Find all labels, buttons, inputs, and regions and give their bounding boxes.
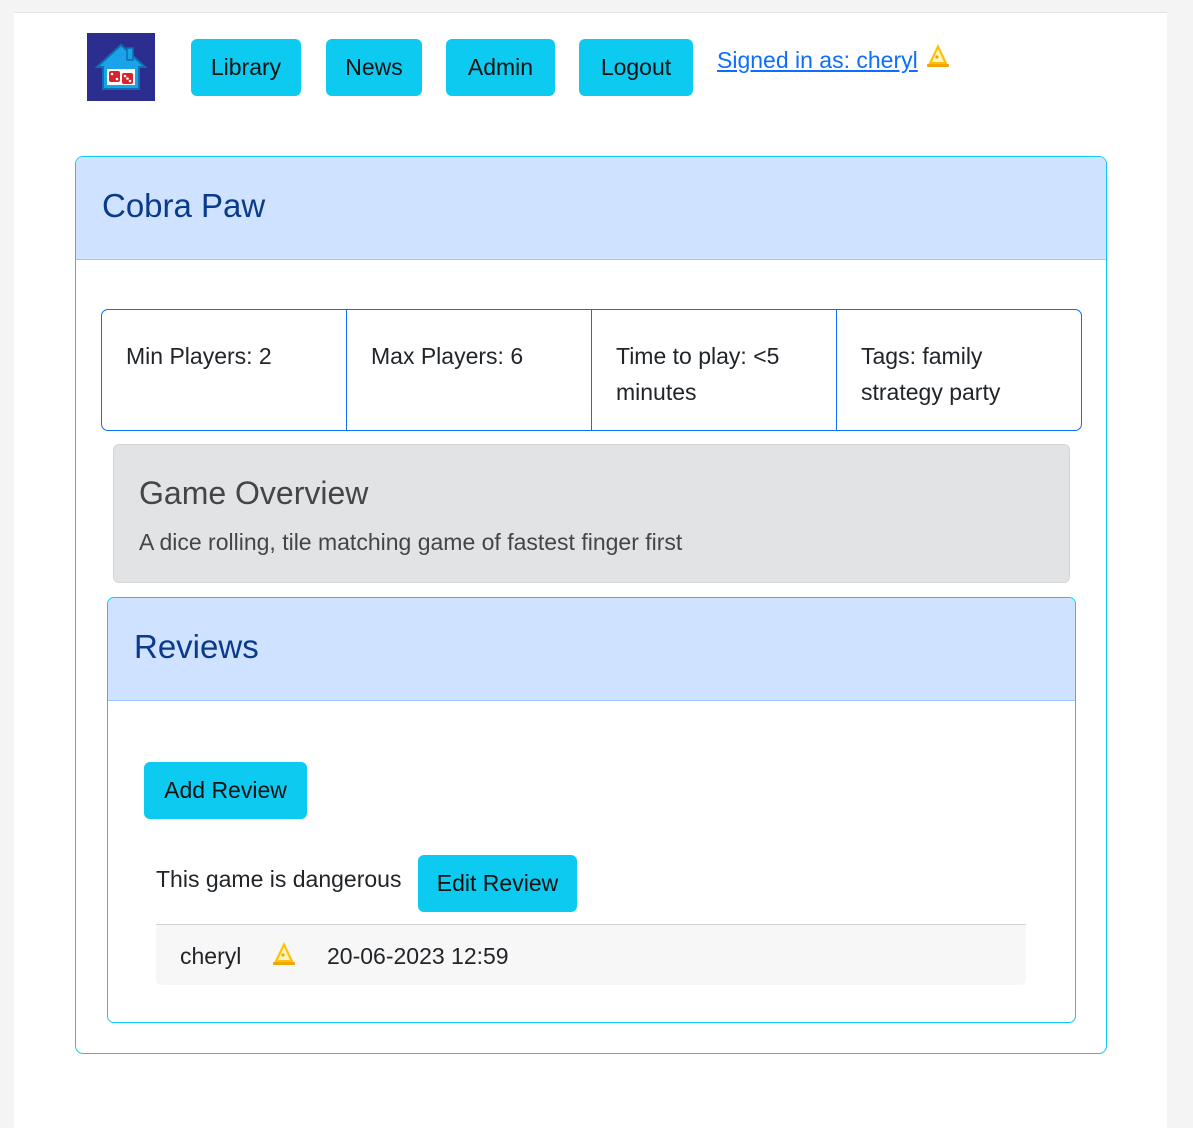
game-overview-panel: Game Overview A dice rolling, tile match… (113, 444, 1070, 583)
review-author: cheryl (180, 943, 242, 969)
add-review-button[interactable]: Add Review (144, 762, 307, 819)
logout-button[interactable]: Logout (579, 39, 693, 96)
review-date: 20-06-2023 12:59 (327, 943, 509, 969)
overview-title: Game Overview (139, 475, 369, 511)
wizard-hat-icon (926, 43, 950, 74)
review-text: This game is dangerous (156, 866, 402, 892)
tags-cell: Tags: family strategy party (861, 343, 1001, 405)
time-to-play-cell: Time to play: <5 minutes (592, 310, 837, 430)
game-card-header: Cobra Paw (76, 157, 1106, 260)
reviews-card: Reviews Add Review This game is dangerou… (107, 597, 1076, 1023)
house-dice-logo-icon[interactable] (87, 33, 155, 101)
review-footer: cheryl 20-06-2023 12:59 (156, 924, 1026, 985)
edit-review-button[interactable]: Edit Review (418, 855, 577, 912)
max-players-cell: Max Players: 6 (347, 310, 592, 430)
min-players-cell: Min Players: 2 (102, 310, 347, 430)
page-container: Library News Admin Logout Signed in as: … (14, 12, 1167, 1128)
game-title: Cobra Paw (102, 187, 266, 224)
wizard-hat-icon (272, 941, 296, 972)
reviews-header: Reviews (108, 598, 1075, 701)
news-button[interactable]: News (326, 39, 422, 96)
library-button[interactable]: Library (191, 39, 301, 96)
reviews-title: Reviews (134, 628, 259, 665)
signed-in-link[interactable]: Signed in as: cheryl (717, 47, 918, 74)
game-card: Cobra Paw Min Players: 2 Max Players: 6 … (75, 156, 1107, 1054)
game-stats-table: Min Players: 2 Max Players: 6 Time to pl… (101, 309, 1082, 431)
admin-button[interactable]: Admin (446, 39, 555, 96)
overview-description: A dice rolling, tile matching game of fa… (139, 529, 683, 555)
